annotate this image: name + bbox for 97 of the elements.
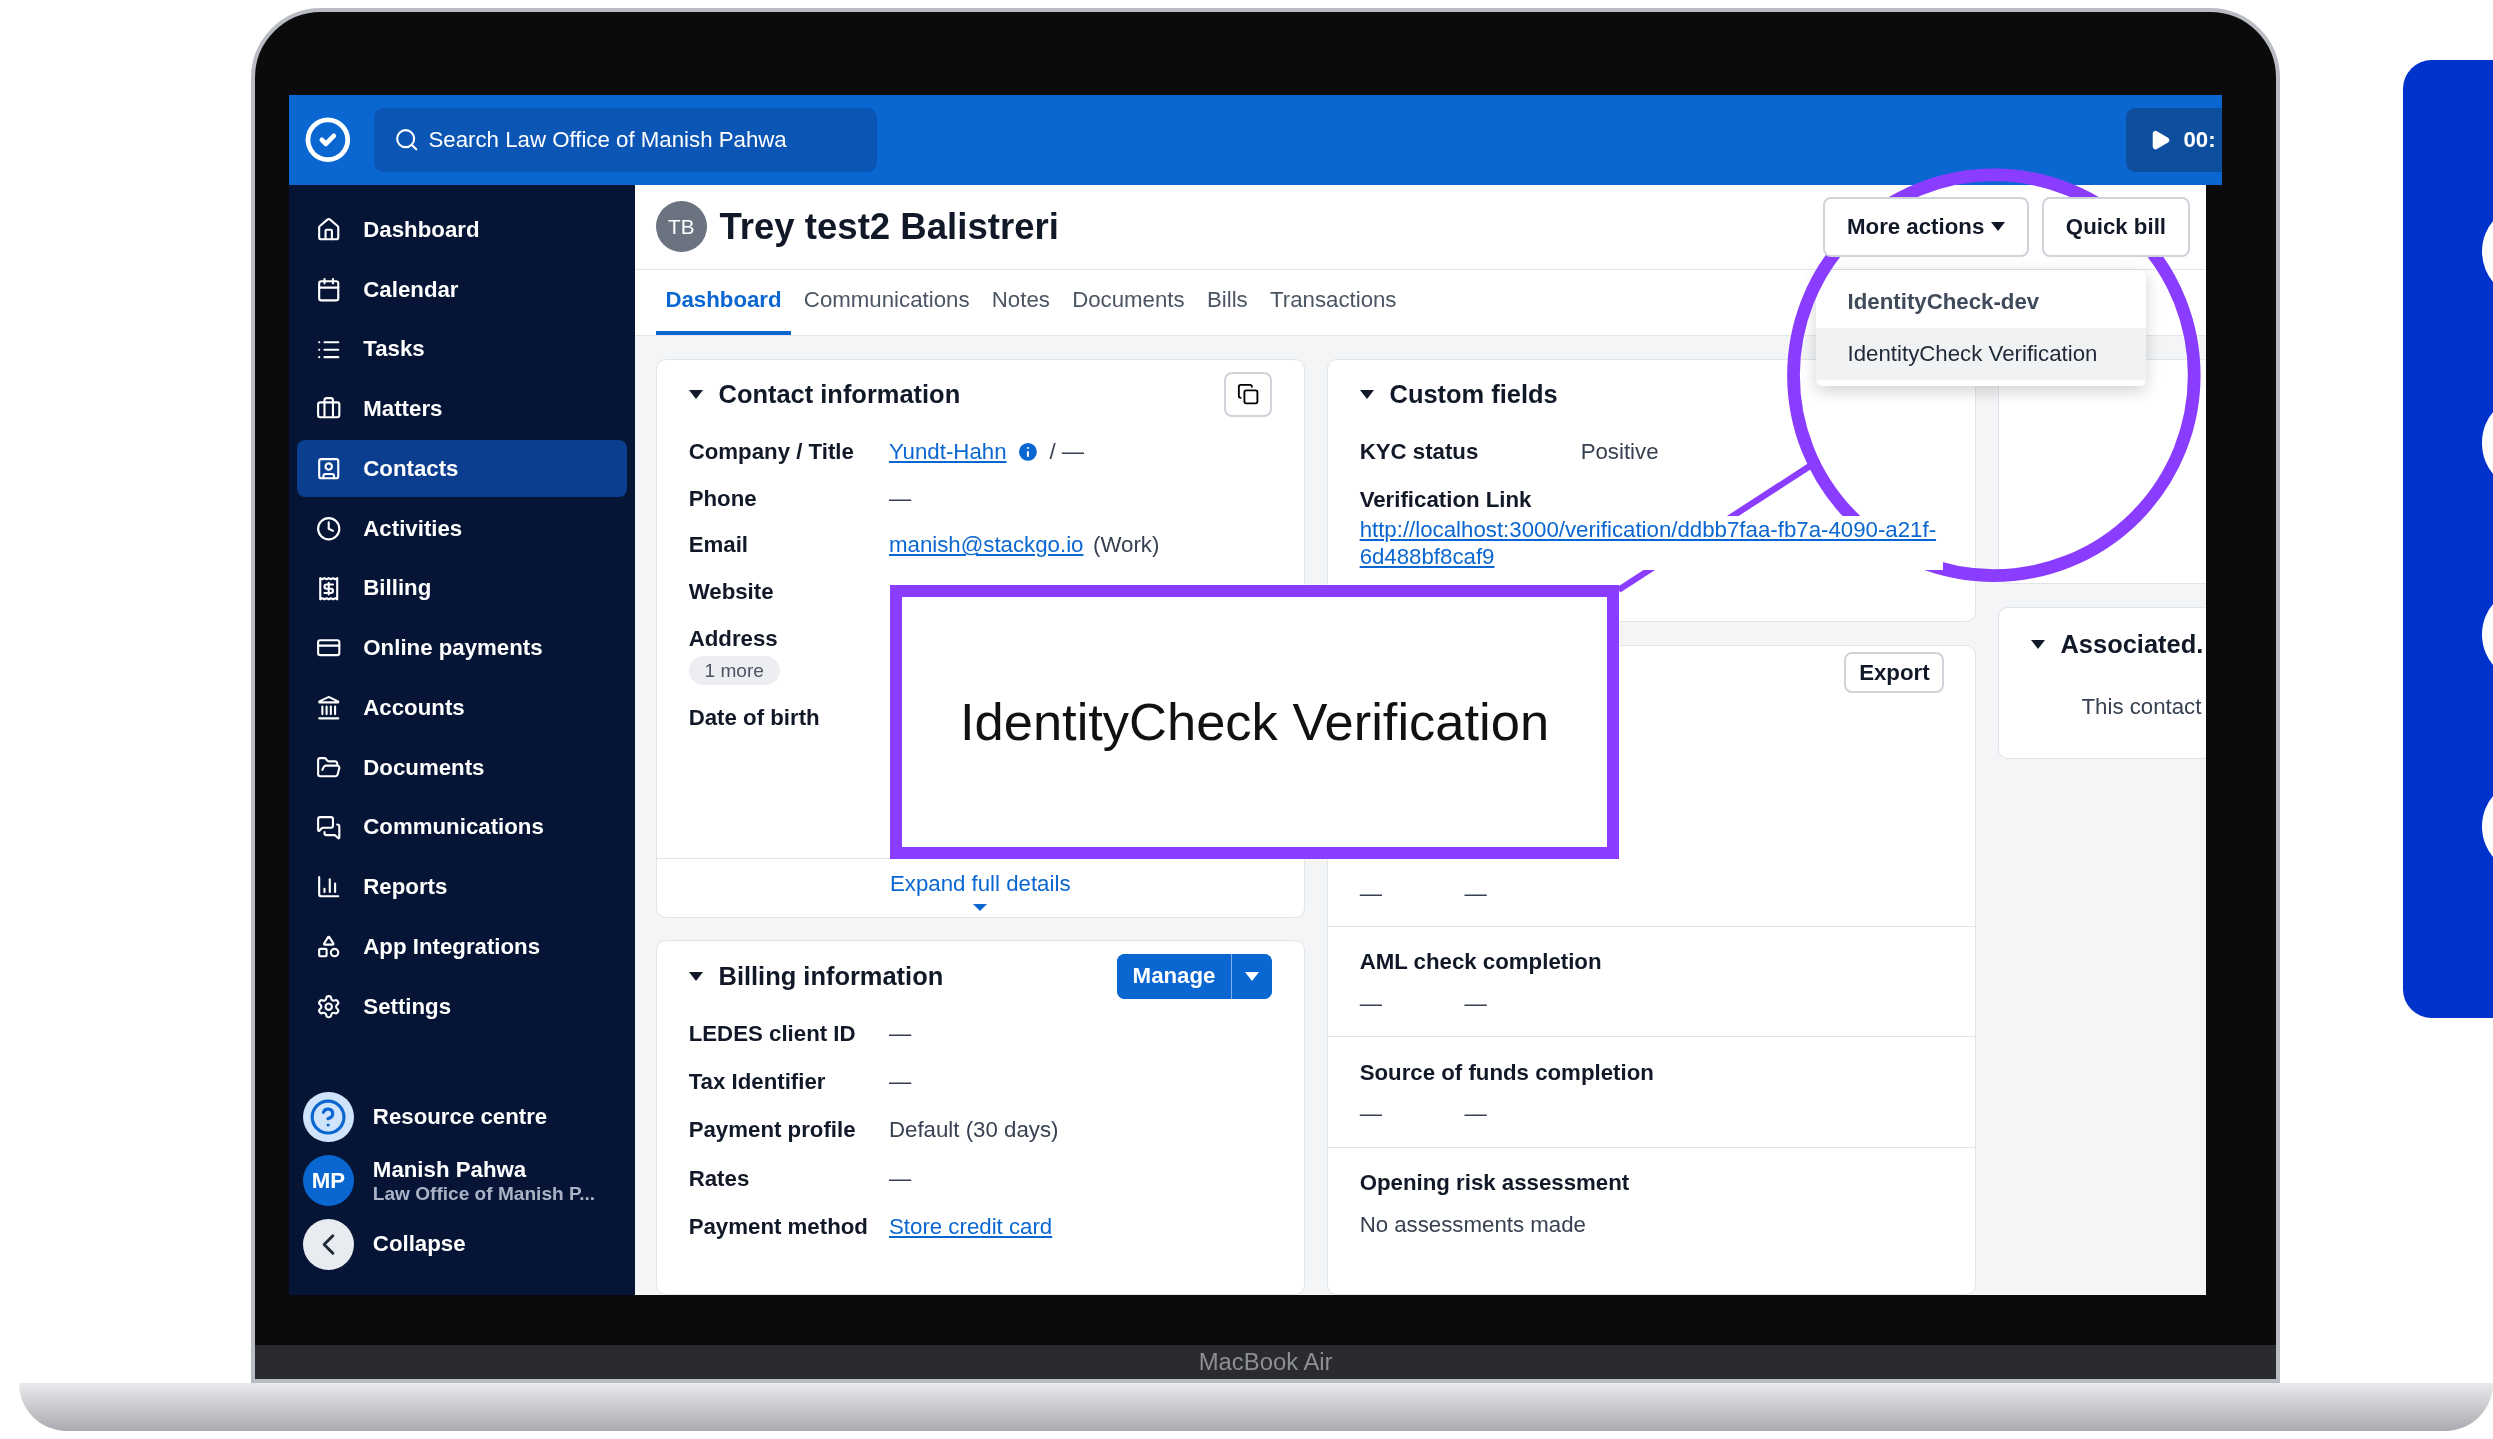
verification-link[interactable]: http://localhost:3000/verification/ddbb7faa-fb7a-4090-a21f-6d488bf8caf9: [1359, 516, 1943, 571]
search-icon: [393, 127, 419, 153]
user-name: Manish Pahwa: [372, 1156, 528, 1183]
sidebar-item[interactable]: Dashboard: [296, 201, 628, 259]
more-actions-button[interactable]: More actions: [1822, 196, 2029, 258]
count-chip[interactable]: 1 more: [688, 656, 780, 685]
timer-button[interactable]: 00:: [2126, 108, 2223, 172]
field-value: Positive: [1580, 439, 1660, 465]
nav-icon: [315, 217, 342, 243]
export-button[interactable]: Export: [1844, 652, 1945, 694]
tab[interactable]: Documents: [1062, 269, 1195, 336]
nav-icon: [315, 874, 342, 900]
tab[interactable]: Communications: [794, 269, 980, 336]
field-value: —: [1464, 991, 1487, 1018]
sidebar-item[interactable]: Billing: [296, 559, 628, 617]
organization-name: Law Office of Manish P...: [372, 1182, 596, 1205]
field-label: Verification Link: [1359, 487, 1533, 514]
tab[interactable]: Notes: [982, 269, 1060, 336]
field-value: —: [889, 1165, 912, 1192]
nav-icon: [315, 515, 342, 542]
caret-icon: [1245, 971, 1260, 981]
callout-text: IdentityCheck Verification: [959, 691, 1550, 752]
card-title: Billing information: [718, 961, 945, 991]
contact-avatar: TB: [655, 201, 707, 253]
manage-split-button[interactable]: Manage: [1116, 954, 1272, 999]
sidebar-item[interactable]: Communications: [296, 798, 628, 856]
field-value: —: [1464, 1101, 1487, 1128]
tab[interactable]: Dashboard: [655, 269, 792, 336]
card-title: Associated.: [2060, 629, 2205, 659]
field-value: —: [889, 1069, 912, 1096]
card-text: This contact: [2080, 693, 2203, 720]
field-value: (Work): [1093, 532, 1160, 559]
section-note: No assessments made: [1359, 1211, 1587, 1238]
field-label: LEDES client ID: [688, 1020, 856, 1047]
nav-icon: [315, 934, 342, 960]
field-value: —: [1359, 991, 1382, 1018]
section-title: Opening risk assessment: [1359, 1169, 1631, 1196]
card-title: Custom fields: [1389, 380, 1559, 409]
sidebar-item[interactable]: Documents: [296, 739, 628, 797]
field-label: Payment method: [688, 1213, 868, 1240]
field-label: Company / Title: [688, 439, 854, 465]
nav-icon: [315, 456, 342, 482]
section-title: Source of funds completion: [1359, 1059, 1655, 1086]
collapse-caret-icon[interactable]: [688, 971, 703, 981]
field-label: Date of birth: [688, 705, 820, 732]
field-value: —: [1359, 881, 1382, 907]
nav-icon: [315, 814, 342, 841]
field-link[interactable]: Store credit card: [889, 1213, 1053, 1240]
search-field[interactable]: Search Law Office of Manish Pahwa: [374, 108, 877, 172]
sidebar-item[interactable]: App Integrations: [296, 918, 628, 976]
tab[interactable]: Transactions: [1260, 269, 1407, 336]
sidebar-item[interactable]: Contacts: [296, 440, 628, 498]
field-label: Payment profile: [688, 1117, 856, 1144]
tab[interactable]: Bills: [1197, 269, 1258, 336]
sidebar-item[interactable]: Activities: [296, 499, 628, 558]
menu-item[interactable]: IdentityCheck-dev: [1815, 276, 2147, 329]
logo-icon[interactable]: [304, 116, 353, 164]
copy-icon: [1236, 383, 1260, 406]
collapse-caret-icon[interactable]: [2030, 639, 2045, 649]
contact-name: Trey test2 Balistreri: [719, 205, 1059, 248]
field-value: —: [889, 485, 912, 512]
collapse-caret-icon[interactable]: [688, 390, 703, 399]
user-avatar: MP: [302, 1155, 354, 1207]
sidebar-item[interactable]: Reports: [296, 858, 628, 916]
field-value: / —: [1049, 439, 1085, 465]
user-profile[interactable]: MP Manish Pahwa Law Office of Manish P...: [296, 1155, 628, 1207]
collapse-caret-icon[interactable]: [1359, 390, 1374, 399]
field-link[interactable]: manish@stackgo.io: [889, 532, 1084, 559]
field-label: Phone: [688, 485, 757, 512]
sidebar-item[interactable]: Calendar: [296, 260, 628, 319]
field-value: —: [1464, 881, 1487, 907]
sidebar-item[interactable]: Accounts: [296, 679, 628, 737]
field-value: —: [889, 1020, 912, 1047]
card-title: Contact information: [718, 380, 962, 409]
device-label: MacBook Air: [1198, 1348, 1333, 1377]
copy-button[interactable]: [1224, 372, 1272, 417]
header-button[interactable]: Quick bill: [2041, 196, 2191, 258]
resource-centre-link[interactable]: Resource centre: [296, 1091, 628, 1143]
field-label: Rates: [688, 1165, 750, 1192]
nav-icon: [315, 276, 342, 303]
nav-icon: [315, 695, 342, 721]
field-link[interactable]: Yundt-Hahn: [889, 439, 1007, 465]
nav-icon: [315, 993, 342, 1020]
collapse-button[interactable]: Collapse: [296, 1218, 628, 1270]
menu-item[interactable]: IdentityCheck Verification: [1815, 328, 2147, 380]
field-value: Default (30 days): [889, 1117, 1059, 1144]
field-value: —: [1359, 1101, 1382, 1128]
sidebar-item[interactable]: Settings: [296, 978, 628, 1036]
sidebar-item[interactable]: Online payments: [296, 619, 628, 677]
field-label: Address: [688, 625, 778, 652]
field-label: KYC status: [1359, 439, 1480, 465]
sidebar-item[interactable]: Tasks: [296, 320, 628, 378]
field-label: Tax Identifier: [688, 1069, 826, 1096]
field-label: Email: [688, 532, 749, 559]
section-title: AML check completion: [1359, 949, 1603, 976]
sidebar-item[interactable]: Matters: [296, 380, 628, 438]
field-label: Website: [688, 578, 774, 605]
